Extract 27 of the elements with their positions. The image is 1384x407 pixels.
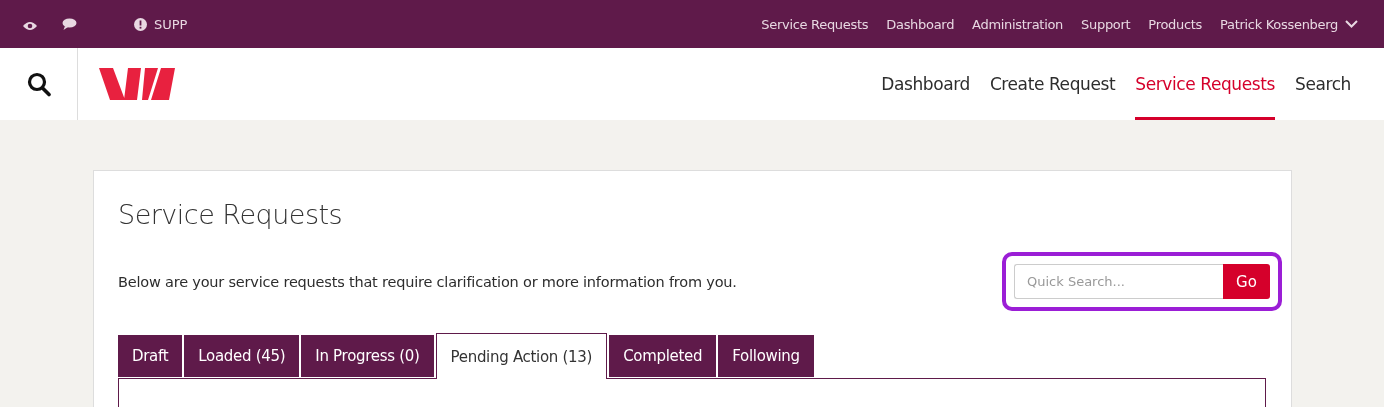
chevron-down-icon (1345, 20, 1358, 28)
logo[interactable] (99, 68, 176, 100)
top-nav-link[interactable]: Products (1148, 16, 1203, 32)
exclamation-icon (134, 17, 147, 31)
top-nav-link[interactable]: Support (1081, 16, 1131, 32)
nav-tab[interactable]: Dashboard (881, 48, 970, 120)
page-title: Service Requests (118, 199, 344, 230)
description-text: Below are your service requests that require clarification or more information from you. (118, 273, 737, 290)
tab[interactable]: Following (718, 335, 814, 377)
tab[interactable]: In Progress (0) (301, 335, 434, 377)
top-nav-link[interactable]: Service Requests (761, 16, 869, 32)
tab[interactable]: Pending Action (13) (435, 333, 608, 379)
nav-tab[interactable]: Search (1295, 48, 1351, 120)
quick-search-field[interactable]: Quick Search... (1014, 264, 1223, 299)
tab[interactable]: Draft (118, 335, 183, 377)
search-icon[interactable] (26, 71, 51, 97)
go-button[interactable]: Go (1223, 264, 1270, 299)
user-menu[interactable]: Patrick Kossenberg (1220, 16, 1358, 32)
tab[interactable]: Loaded (45) (184, 335, 300, 377)
tab[interactable]: Completed (609, 335, 717, 377)
chat-bubble-icon[interactable] (62, 18, 77, 30)
eye-icon[interactable] (23, 20, 37, 31)
alert-label: SUPP (154, 16, 188, 32)
nav-tab[interactable]: Service Requests (1135, 48, 1275, 120)
top-nav-link[interactable]: Administration (972, 16, 1064, 32)
nav-tab[interactable]: Create Request (989, 48, 1116, 120)
top-nav-link[interactable]: Dashboard (886, 16, 955, 32)
